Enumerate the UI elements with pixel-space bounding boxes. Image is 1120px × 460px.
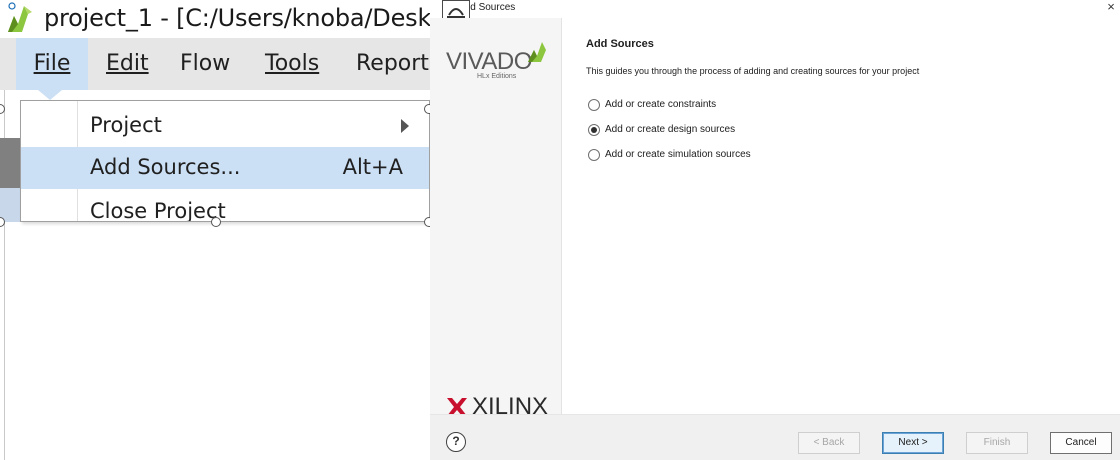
menu-edit[interactable]: Edit — [102, 38, 153, 90]
menu-tools[interactable]: Tools — [261, 38, 323, 90]
dialog-titlebar: Add Sources × — [430, 0, 1120, 22]
file-menu-dropdown: Project Add Sources... Alt+A Close Proje… — [20, 100, 430, 222]
option-simulation-sources-label: Add or create simulation sources — [605, 149, 751, 160]
page-description: This guides you through the process of a… — [586, 66, 920, 76]
hlx-editions-text: HLx Editions — [477, 73, 517, 80]
option-constraints-label: Add or create constraints — [605, 99, 717, 110]
background-panel-2 — [0, 188, 22, 222]
page-heading: Add Sources — [586, 38, 654, 50]
dialog-footer: ? < Back Next > Finish Cancel — [430, 414, 1120, 460]
vivado-logo-text: VIVADO — [446, 48, 532, 75]
menu-pointer-caret — [38, 90, 62, 100]
screenshot-root: project_1 - [C:/Users/knoba/Desktop/de1_… — [0, 0, 1120, 460]
menu-file[interactable]: File — [16, 38, 88, 90]
add-sources-dialog: Add Sources × VIVADO HLx Editions XILINX — [430, 0, 1120, 460]
menu-flow-label: Flow — [180, 51, 231, 76]
main-titlebar: project_1 - [C:/Users/knoba/Desktop/de1_ — [0, 0, 430, 38]
menu-file-label: File — [33, 51, 71, 76]
finish-button[interactable]: Finish — [966, 432, 1028, 454]
menu-item-add-sources-label: Add Sources... — [90, 155, 241, 179]
selection-handle — [211, 217, 221, 227]
menu-reports-label: Reports — [356, 51, 430, 76]
menu-tools-label: Tools — [265, 51, 320, 76]
menu-reports[interactable]: Reports — [352, 38, 430, 90]
close-icon[interactable]: × — [1104, 0, 1118, 16]
menu-item-close-project-label: Close Project — [90, 199, 226, 222]
back-button[interactable]: < Back — [798, 432, 860, 454]
next-button[interactable]: Next > — [882, 432, 944, 454]
menu-item-close-project[interactable]: Close Project — [21, 191, 429, 222]
vivado-leaf-icon — [528, 42, 546, 62]
background-panel — [0, 138, 22, 188]
dialog-brand-sidebar: VIVADO HLx Editions XILINX — [430, 18, 562, 420]
radio-constraints[interactable] — [588, 99, 600, 111]
menu-item-project-label: Project — [90, 113, 162, 137]
radio-design-sources[interactable] — [588, 124, 600, 136]
main-window-title: project_1 - [C:/Users/knoba/Desktop/de1_ — [44, 4, 430, 32]
cancel-button[interactable]: Cancel — [1050, 432, 1112, 454]
menu-item-project[interactable]: Project — [21, 105, 429, 147]
help-icon[interactable]: ? — [446, 432, 466, 452]
menu-edit-label: Edit — [106, 51, 149, 76]
dialog-content: Add Sources This guides you through the … — [562, 18, 1120, 414]
vivado-logo-icon — [8, 2, 32, 32]
menu-item-add-sources-shortcut: Alt+A — [342, 155, 403, 179]
menu-flow[interactable]: Flow — [176, 38, 234, 90]
option-design-sources-label: Add or create design sources — [605, 124, 736, 135]
submenu-arrow-icon — [401, 119, 409, 133]
radio-simulation-sources[interactable] — [588, 149, 600, 161]
vivado-main-window-zoom: project_1 - [C:/Users/knoba/Desktop/de1_… — [0, 0, 430, 460]
menu-item-add-sources[interactable]: Add Sources... Alt+A — [21, 147, 429, 189]
